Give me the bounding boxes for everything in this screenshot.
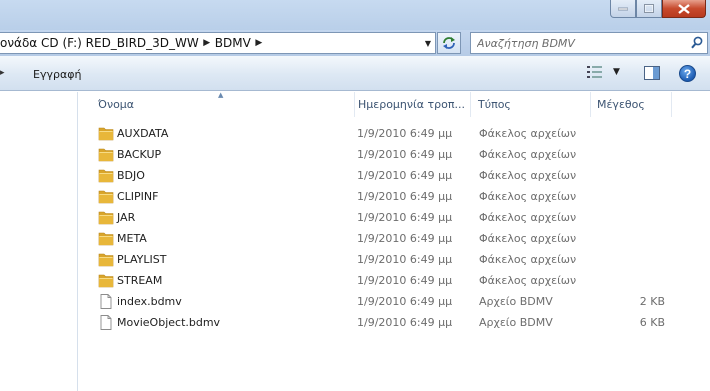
view-dropdown-icon[interactable]: ▼	[613, 67, 620, 77]
file-name: CLIPINF	[117, 190, 159, 203]
breadcrumb-separator-icon[interactable]: ▶	[251, 38, 267, 48]
burn-button[interactable]: Εγγραφή	[33, 68, 81, 81]
file-name: META	[117, 232, 147, 245]
file-date-modified: 1/9/2010 6:49 μμ	[357, 190, 453, 203]
column-header-date[interactable]: Ημερομηνία τροπ...	[353, 92, 471, 117]
file-name: BACKUP	[117, 148, 162, 161]
help-icon: ?	[683, 66, 692, 81]
file-row[interactable]: STREAM 1/9/2010 6:49 μμ Φάκελος αρχείων	[79, 270, 710, 291]
close-icon	[678, 3, 690, 14]
search-box[interactable]	[470, 32, 708, 54]
address-dropdown-icon[interactable]: ▼	[425, 39, 431, 48]
preview-pane-button[interactable]	[644, 66, 660, 83]
file-name: JAR	[117, 211, 136, 224]
title-bar	[0, 0, 710, 30]
file-row[interactable]: META 1/9/2010 6:49 μμ Φάκελος αρχείων	[79, 228, 710, 249]
file-type: Φάκελος αρχείων	[479, 148, 577, 161]
file-date-modified: 1/9/2010 6:49 μμ	[357, 274, 453, 287]
file-row[interactable]: AUXDATA 1/9/2010 6:49 μμ Φάκελος αρχείων	[79, 123, 710, 144]
refresh-button[interactable]	[437, 32, 461, 54]
column-header-name[interactable]: Όνομα	[93, 92, 355, 117]
file-date-modified: 1/9/2010 6:49 μμ	[357, 232, 453, 245]
column-header-type[interactable]: Τύπος	[473, 92, 591, 117]
change-view-button[interactable]: ▼	[587, 66, 620, 78]
breadcrumb-separator-icon[interactable]: ▶	[199, 38, 215, 48]
command-chevron-icon[interactable]: ▸	[0, 68, 5, 78]
file-name: PLAYLIST	[117, 253, 167, 266]
folder-icon	[98, 232, 114, 246]
minimize-button[interactable]	[610, 0, 636, 18]
file-name: BDJO	[117, 169, 145, 182]
file-type: Φάκελος αρχείων	[479, 127, 577, 140]
file-name: MovieObject.bdmv	[117, 316, 221, 329]
maximize-icon	[644, 4, 654, 13]
help-button[interactable]: ?	[679, 65, 696, 82]
file-type: Φάκελος αρχείων	[479, 190, 577, 203]
file-type: Φάκελος αρχείων	[479, 253, 577, 266]
file-date-modified: 1/9/2010 6:49 μμ	[357, 211, 453, 224]
close-button[interactable]	[662, 0, 706, 18]
preview-pane-icon	[644, 66, 660, 80]
navigation-pane	[0, 92, 78, 391]
file-date-modified: 1/9/2010 6:49 μμ	[357, 316, 453, 329]
file-date-modified: 1/9/2010 6:49 μμ	[357, 253, 453, 266]
search-icon[interactable]	[691, 36, 703, 49]
refresh-icon	[443, 37, 455, 49]
file-name: STREAM	[117, 274, 163, 287]
file-row[interactable]: CLIPINF 1/9/2010 6:49 μμ Φάκελος αρχείων	[79, 186, 710, 207]
file-row[interactable]: MovieObject.bdmv 1/9/2010 6:49 μμ Αρχείο B…	[79, 312, 710, 333]
window-controls	[610, 0, 706, 20]
address-bar[interactable]: ονάδα CD (F:) RED_BIRD_3D_WW ▶ BDMV ▶ ▼	[0, 32, 436, 54]
maximize-button[interactable]	[636, 0, 662, 18]
file-type: Φάκελος αρχείων	[479, 232, 577, 245]
file-type: Φάκελος αρχείων	[479, 169, 577, 182]
command-bar: ▸ Εγγραφή ▼ ?	[0, 56, 710, 91]
file-date-modified: 1/9/2010 6:49 μμ	[357, 148, 453, 161]
file-row[interactable]: PLAYLIST 1/9/2010 6:49 μμ Φάκελος αρχείων	[79, 249, 710, 270]
file-size: 2 KB	[639, 295, 665, 308]
folder-icon	[98, 127, 114, 141]
file-date-modified: 1/9/2010 6:49 μμ	[357, 169, 453, 182]
file-type: Φάκελος αρχείων	[479, 211, 577, 224]
file-size: 6 KB	[639, 316, 665, 329]
folder-icon	[98, 148, 114, 162]
file-date-modified: 1/9/2010 6:49 μμ	[357, 295, 453, 308]
folder-icon	[98, 253, 114, 267]
breadcrumb-bdmv[interactable]: BDMV	[215, 36, 251, 50]
file-name: AUXDATA	[117, 127, 169, 140]
file-row[interactable]: index.bdmv 1/9/2010 6:49 μμ Αρχείο BDMV 2 K…	[79, 291, 710, 312]
file-name: index.bdmv	[117, 295, 182, 308]
file-row[interactable]: BDJO 1/9/2010 6:49 μμ Φάκελος αρχείων	[79, 165, 710, 186]
file-row[interactable]: JAR 1/9/2010 6:49 μμ Φάκελος αρχείων	[79, 207, 710, 228]
address-row: ονάδα CD (F:) RED_BIRD_3D_WW ▶ BDMV ▶ ▼	[0, 30, 710, 56]
column-header-size[interactable]: Μέγεθος	[592, 92, 672, 117]
file-icon	[100, 315, 112, 330]
file-row[interactable]: BACKUP 1/9/2010 6:49 μμ Φάκελος αρχείων	[79, 144, 710, 165]
folder-icon	[98, 211, 114, 225]
file-date-modified: 1/9/2010 6:49 μμ	[357, 127, 453, 140]
file-type: Αρχείο BDMV	[479, 295, 553, 308]
folder-icon	[98, 190, 114, 204]
minimize-icon	[618, 7, 628, 10]
file-list: AUXDATA 1/9/2010 6:49 μμ Φάκελος αρχείων BA…	[79, 123, 710, 333]
search-input[interactable]	[477, 36, 677, 51]
details-view-icon	[587, 66, 602, 78]
folder-icon	[98, 274, 114, 288]
file-type: Αρχείο BDMV	[479, 316, 553, 329]
file-icon	[100, 294, 112, 309]
folder-icon	[98, 169, 114, 183]
column-header-row: ▲ Όνομα Ημερομηνία τροπ... Τύπος Μέγεθος	[79, 91, 710, 117]
breadcrumb-drive[interactable]: ονάδα CD (F:) RED_BIRD_3D_WW	[0, 36, 199, 50]
file-type: Φάκελος αρχείων	[479, 274, 577, 287]
